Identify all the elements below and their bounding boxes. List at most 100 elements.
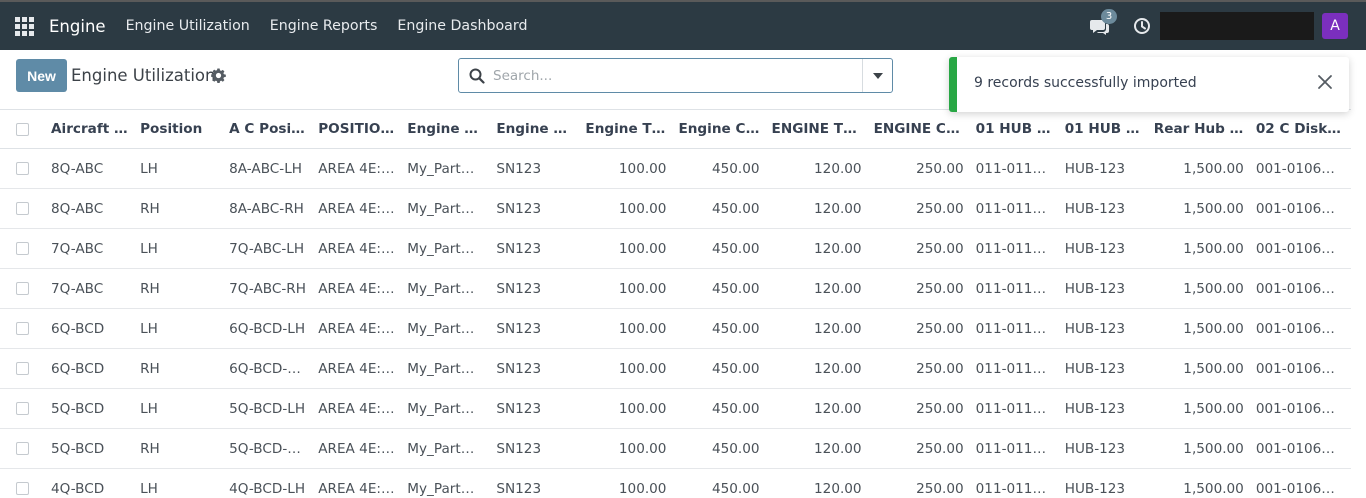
- table-cell: LH: [140, 240, 158, 257]
- table-cell: 250.00: [916, 160, 964, 177]
- company-switcher[interactable]: [1160, 12, 1314, 40]
- column-header[interactable]: Engine CSN: [672, 110, 765, 149]
- table-cell: 001-0106…: [1255, 320, 1335, 337]
- table-row[interactable]: 7Q-ABC LH 7Q-ABC-LH AREA 4E: … My_PartN… SN12…: [0, 229, 1351, 269]
- table-cell: SN123: [496, 400, 542, 417]
- row-checkbox[interactable]: [16, 442, 30, 455]
- table-cell: 100.00: [618, 160, 667, 177]
- table-cell: 100.00: [618, 440, 667, 457]
- search-options-toggle[interactable]: [862, 59, 892, 92]
- table-cell: LH: [140, 320, 158, 337]
- table-cell: 120.00: [814, 240, 862, 257]
- table-row[interactable]: 5Q-BCD RH 5Q-BCD-RH AREA 4E: … My_PartN… SN12…: [0, 428, 1351, 469]
- row-checkbox[interactable]: [16, 202, 30, 215]
- table-cell: AREA 4E: …: [318, 400, 399, 417]
- table-cell: 1,500.00: [1183, 440, 1244, 457]
- select-all-checkbox[interactable]: [16, 122, 30, 136]
- table-cell: 250.00: [916, 240, 964, 257]
- table-cell: SN123: [496, 320, 542, 337]
- table-cell: SN123: [496, 360, 542, 377]
- table-cell: 8A-ABC-LH: [229, 160, 302, 177]
- row-checkbox[interactable]: [16, 242, 30, 255]
- row-checkbox[interactable]: [16, 282, 30, 295]
- search-bar: [458, 58, 893, 93]
- row-checkbox[interactable]: [16, 482, 30, 495]
- new-button[interactable]: New: [16, 59, 67, 92]
- table-row[interactable]: 6Q-BCD LH 6Q-BCD-LH AREA 4E: … My_PartN… SN12…: [0, 309, 1351, 349]
- table-row[interactable]: 8Q-ABC RH 8A-ABC-RH AREA 4E: … My_PartN… SN12…: [0, 188, 1351, 229]
- column-header[interactable]: Engine TSN: [579, 110, 672, 149]
- column-header[interactable]: 01 HUB SN: [1059, 110, 1148, 149]
- search-icon: [469, 68, 485, 84]
- row-checkbox[interactable]: [16, 322, 30, 335]
- menu-engine-dashboard[interactable]: Engine Dashboard: [397, 18, 527, 34]
- row-select-cell: [0, 469, 45, 498]
- close-icon[interactable]: [1317, 74, 1333, 90]
- table-cell: My_PartN…: [407, 440, 485, 457]
- column-header[interactable]: 01 HUB PN: [970, 110, 1059, 149]
- table-cell: 120.00: [814, 200, 862, 217]
- table-row[interactable]: 7Q-ABC RH 7Q-ABC-RH AREA 4E: … My_PartN… SN12…: [0, 268, 1351, 309]
- table-cell: 6Q-BCD-RH: [229, 360, 307, 377]
- table-cell: 011-0119…: [975, 240, 1055, 257]
- app-brand[interactable]: Engine: [49, 17, 106, 36]
- column-header[interactable]: POSITION…: [312, 110, 401, 149]
- table-cell: 120.00: [814, 400, 862, 417]
- table-cell: 250.00: [916, 320, 964, 337]
- table-cell: RH: [140, 360, 160, 377]
- table-cell: HUB-123: [1064, 440, 1126, 457]
- apps-menu-icon[interactable]: [0, 2, 48, 50]
- column-header[interactable]: A C Position: [223, 110, 312, 149]
- menu-engine-reports[interactable]: Engine Reports: [270, 18, 378, 34]
- column-header[interactable]: Rear Hub R…: [1148, 110, 1250, 149]
- row-checkbox[interactable]: [16, 402, 30, 415]
- column-header[interactable]: Engine PN: [401, 110, 490, 149]
- table-cell: SN123: [496, 200, 542, 217]
- activity-clock-icon[interactable]: [1133, 17, 1151, 35]
- notification-toast: 9 records successfully imported: [949, 57, 1349, 112]
- table-cell: 011-0119…: [975, 160, 1055, 177]
- table-cell: 1,500.00: [1183, 400, 1244, 417]
- navbar-systray: 3 A: [1089, 2, 1366, 50]
- column-header[interactable]: Engine SN: [490, 110, 579, 149]
- row-select-cell: [0, 389, 45, 429]
- user-avatar[interactable]: A: [1322, 13, 1348, 39]
- table-cell: 250.00: [916, 440, 964, 457]
- table-cell: My_PartN…: [407, 200, 485, 217]
- row-select-cell: [0, 229, 45, 269]
- table-cell: 5Q-BCD: [51, 400, 105, 417]
- search-input[interactable]: [493, 66, 853, 86]
- table-row[interactable]: 8Q-ABC LH 8A-ABC-LH AREA 4E: … My_PartN… SN12…: [0, 149, 1351, 189]
- table-cell: 120.00: [814, 360, 862, 377]
- table-cell: 011-0119…: [975, 200, 1055, 217]
- table-row[interactable]: 6Q-BCD RH 6Q-BCD-RH AREA 4E: … My_PartN… SN12…: [0, 348, 1351, 389]
- table-row[interactable]: 5Q-BCD LH 5Q-BCD-LH AREA 4E: … My_PartN… SN12…: [0, 389, 1351, 429]
- chat-badge: 3: [1101, 9, 1117, 24]
- column-header[interactable]: Position: [134, 110, 223, 149]
- row-checkbox[interactable]: [16, 362, 30, 375]
- column-header[interactable]: Aircraft Reg: [45, 110, 134, 149]
- table-cell: SN123: [496, 440, 542, 457]
- table-cell: 001-0106…: [1255, 360, 1335, 377]
- chat-icon[interactable]: 3: [1089, 9, 1117, 36]
- column-header[interactable]: 02 C Disk …: [1250, 110, 1351, 149]
- row-select-cell: [0, 189, 45, 229]
- table-cell: 8Q-ABC: [51, 200, 104, 217]
- table-cell: My_PartN…: [407, 160, 485, 177]
- toast-message: 9 records successfully imported: [974, 75, 1197, 91]
- table-cell: 011-0119…: [975, 280, 1055, 297]
- table-cell: 8A-ABC-RH: [229, 200, 304, 217]
- table-cell: 001-0106…: [1255, 400, 1335, 417]
- table-cell: 011-0119…: [975, 440, 1055, 457]
- gear-icon[interactable]: [211, 68, 226, 84]
- row-checkbox[interactable]: [16, 162, 30, 175]
- table-cell: 6Q-BCD: [51, 320, 105, 337]
- column-header[interactable]: ENGINE TSO: [766, 110, 868, 149]
- menu-engine-utilization[interactable]: Engine Utilization: [126, 18, 250, 34]
- table-cell: 450.00: [711, 360, 760, 377]
- table-cell: SN123: [496, 160, 542, 177]
- column-header[interactable]: ENGINE CSO: [868, 110, 970, 149]
- table-row[interactable]: 4Q-BCD LH 4Q-BCD-LH AREA 4E: … My_PartN… SN12…: [0, 469, 1351, 498]
- table-cell: 001-0106…: [1255, 200, 1335, 217]
- table-cell: 120.00: [814, 480, 862, 497]
